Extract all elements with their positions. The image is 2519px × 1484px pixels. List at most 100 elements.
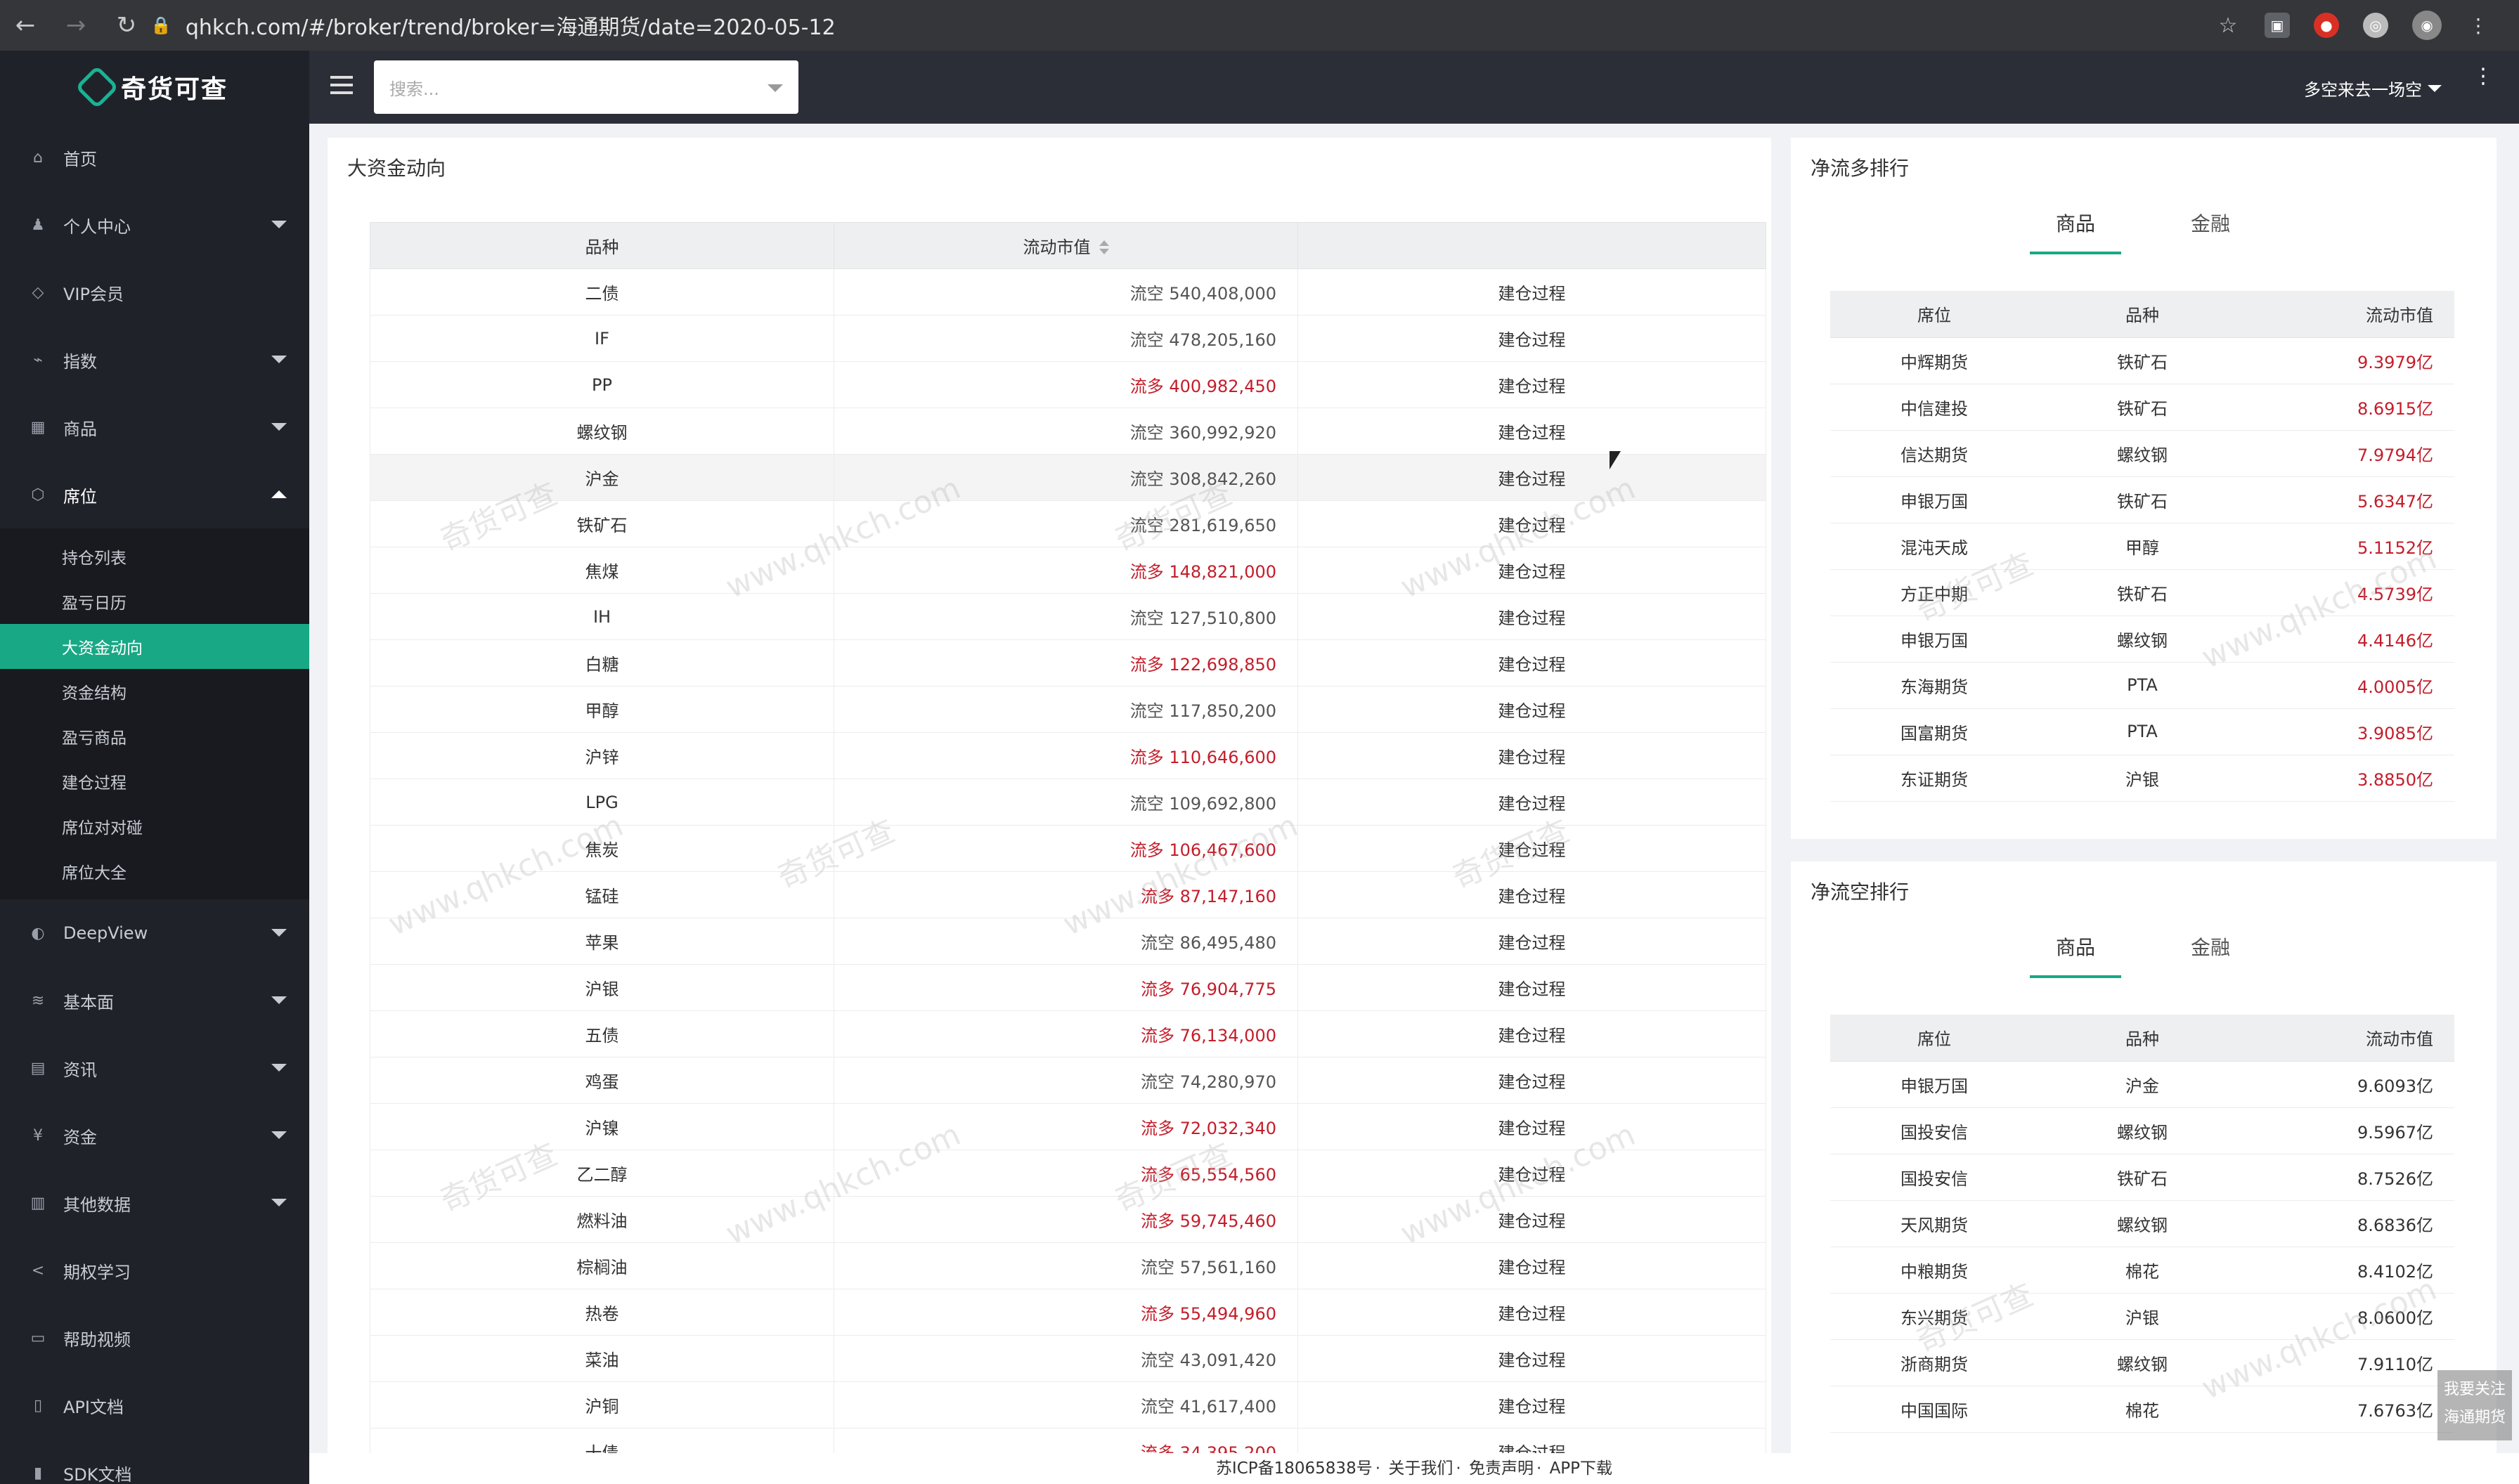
table-row[interactable]: 热卷 流多 55,494,960 建仓过程 (370, 1289, 1766, 1336)
table-row[interactable]: 甲醇 流空 117,850,200 建仓过程 (370, 686, 1766, 733)
build-process-link[interactable]: 建仓过程 (1297, 779, 1766, 826)
footer-link-disclaimer[interactable]: 免责声明 (1469, 1459, 1534, 1478)
submenu-item[interactable]: 建仓过程 (0, 759, 309, 804)
sidebar-item[interactable]: ▥ 其他数据 (0, 1169, 309, 1237)
footer-link-app[interactable]: APP下载 (1550, 1459, 1612, 1478)
table-row[interactable]: 燃料油 流多 59,745,460 建仓过程 (370, 1196, 1766, 1243)
build-process-link[interactable]: 建仓过程 (1297, 268, 1766, 315)
build-process-link[interactable]: 建仓过程 (1297, 871, 1766, 918)
sidebar-item[interactable]: ◐ DeepView (0, 899, 309, 967)
submenu-item[interactable]: 资金结构 (0, 669, 309, 714)
build-process-link[interactable]: 建仓过程 (1297, 454, 1766, 501)
sidebar-item[interactable]: < 期权学习 (0, 1237, 309, 1304)
table-row[interactable]: 二债 流空 540,408,000 建仓过程 (370, 268, 1766, 315)
table-row[interactable]: 焦煤 流多 148,821,000 建仓过程 (370, 547, 1766, 594)
sidebar-item[interactable]: ◇ VIP会员 (0, 259, 309, 326)
build-process-link[interactable]: 建仓过程 (1297, 408, 1766, 455)
profile-avatar[interactable]: ◉ (2412, 11, 2442, 40)
sort-icon[interactable] (1099, 240, 1109, 256)
address-bar[interactable]: 🔒 qhkch.com/#/broker/trend/broker=海通期货/d… (150, 6, 2259, 45)
table-row[interactable]: 棕榈油 流空 57,561,160 建仓过程 (370, 1242, 1766, 1289)
build-process-link[interactable]: 建仓过程 (1297, 1196, 1766, 1243)
table-row[interactable]: 菜油 流空 43,091,420 建仓过程 (370, 1335, 1766, 1382)
table-row[interactable]: 沪铜 流空 41,617,400 建仓过程 (370, 1381, 1766, 1428)
table-row[interactable]: 国富期货 PTA 3.9085亿 (1830, 708, 2454, 755)
table-row[interactable]: 沪锌 流多 110,646,600 建仓过程 (370, 732, 1766, 779)
table-row[interactable]: 东证期货 沪银 3.8850亿 (1830, 755, 2454, 802)
build-process-link[interactable]: 建仓过程 (1297, 964, 1766, 1011)
tab-finance[interactable]: 金融 (2165, 929, 2256, 978)
table-row[interactable]: 国投安信 铁矿石 8.7526亿 (1830, 1154, 2454, 1201)
build-process-link[interactable]: 建仓过程 (1297, 1428, 1766, 1453)
table-row[interactable]: 国投安信 螺纹钢 9.5967亿 (1830, 1107, 2454, 1154)
star-icon[interactable]: ☆ (2215, 13, 2241, 38)
build-process-link[interactable]: 建仓过程 (1297, 1150, 1766, 1197)
table-row[interactable]: IH 流空 127,510,800 建仓过程 (370, 593, 1766, 640)
sidebar-item[interactable]: ▮ SDK文档 (0, 1439, 309, 1484)
table-row[interactable]: 沪镍 流多 72,032,340 建仓过程 (370, 1103, 1766, 1150)
build-process-link[interactable]: 建仓过程 (1297, 1010, 1766, 1057)
build-process-link[interactable]: 建仓过程 (1297, 639, 1766, 686)
table-row[interactable]: 东海期货 PTA 4.0005亿 (1830, 662, 2454, 709)
table-row[interactable]: 申银万国 铁矿石 5.6347亿 (1830, 476, 2454, 523)
build-process-link[interactable]: 建仓过程 (1297, 686, 1766, 733)
sidebar-item[interactable]: ⬡ 席位 (0, 461, 309, 528)
submenu-item[interactable]: 盈亏商品 (0, 714, 309, 759)
table-row[interactable]: 沪银 流多 76,904,775 建仓过程 (370, 964, 1766, 1011)
table-row[interactable]: 中信建投 铁矿石 8.6915亿 (1830, 384, 2454, 431)
sidebar-item[interactable]: ¥ 资金 (0, 1102, 309, 1169)
table-row[interactable]: IF 流空 478,205,160 建仓过程 (370, 315, 1766, 362)
sidebar-item[interactable]: ▯ API文档 (0, 1372, 309, 1439)
sidebar-item[interactable]: ▭ 帮助视频 (0, 1304, 309, 1372)
build-process-link[interactable]: 建仓过程 (1297, 918, 1766, 965)
submenu-item[interactable]: 盈亏日历 (0, 579, 309, 624)
build-process-link[interactable]: 建仓过程 (1297, 361, 1766, 408)
submenu-item[interactable]: 持仓列表 (0, 534, 309, 579)
table-row[interactable]: PP 流多 400,982,450 建仓过程 (370, 361, 1766, 408)
menu-toggle-icon[interactable] (330, 76, 353, 97)
browser-menu-icon[interactable]: ⋮ (2466, 13, 2491, 38)
sidebar-item[interactable]: ♟ 个人中心 (0, 191, 309, 259)
build-process-link[interactable]: 建仓过程 (1297, 732, 1766, 779)
tab-commodity[interactable]: 商品 (2030, 929, 2121, 978)
extension-icon[interactable]: ● (2314, 13, 2339, 38)
build-process-link[interactable]: 建仓过程 (1297, 1289, 1766, 1336)
submenu-item[interactable]: 席位对对碰 (0, 804, 309, 849)
follow-broker-button[interactable]: 我要关注 海通期货 (2437, 1370, 2512, 1440)
table-row[interactable]: 螺纹钢 流空 360,992,920 建仓过程 (370, 408, 1766, 455)
reload-icon[interactable]: ↻ (101, 0, 152, 51)
chevron-down-icon[interactable] (768, 84, 783, 92)
build-process-link[interactable]: 建仓过程 (1297, 315, 1766, 362)
submenu-item[interactable]: 席位大全 (0, 849, 309, 894)
table-row[interactable]: 浙商期货 螺纹钢 7.9110亿 (1830, 1339, 2454, 1386)
table-row[interactable]: 五债 流多 76,134,000 建仓过程 (370, 1010, 1766, 1057)
build-process-link[interactable]: 建仓过程 (1297, 1057, 1766, 1104)
table-row[interactable]: 苹果 流空 86,495,480 建仓过程 (370, 918, 1766, 965)
build-process-link[interactable]: 建仓过程 (1297, 1381, 1766, 1428)
table-row[interactable]: LPG 流空 109,692,800 建仓过程 (370, 779, 1766, 826)
build-process-link[interactable]: 建仓过程 (1297, 825, 1766, 872)
build-process-link[interactable]: 建仓过程 (1297, 1335, 1766, 1382)
logo[interactable]: 奇货可查 (0, 51, 309, 124)
table-row[interactable]: 十债 流多 34,395,200 建仓过程 (370, 1428, 1766, 1453)
submenu-item[interactable]: 大资金动向 (0, 624, 309, 669)
table-row[interactable]: 中粮期货 棉花 8.4102亿 (1830, 1247, 2454, 1294)
table-row[interactable]: 混沌天成 甲醇 5.1152亿 (1830, 523, 2454, 570)
sidebar-item[interactable]: ▦ 商品 (0, 393, 309, 461)
more-vertical-icon[interactable]: ⋮ (2473, 66, 2494, 87)
table-row[interactable]: 方正中期 铁矿石 4.5739亿 (1830, 569, 2454, 616)
table-row[interactable]: 乙二醇 流多 65,554,560 建仓过程 (370, 1150, 1766, 1197)
sidebar-item[interactable]: ≋ 基本面 (0, 967, 309, 1034)
build-process-link[interactable]: 建仓过程 (1297, 593, 1766, 640)
sidebar-item[interactable]: ⌂ 首页 (0, 124, 309, 191)
table-row[interactable]: 铁矿石 流空 281,619,650 建仓过程 (370, 500, 1766, 547)
extension-icon[interactable]: ◎ (2363, 13, 2388, 38)
tab-finance[interactable]: 金融 (2165, 205, 2256, 254)
table-row[interactable]: 天风期货 螺纹钢 8.6836亿 (1830, 1200, 2454, 1247)
table-row[interactable]: 白糖 流多 122,698,850 建仓过程 (370, 639, 1766, 686)
extension-icon[interactable]: ▣ (2265, 13, 2290, 38)
sidebar-item[interactable]: ⌁ 指数 (0, 326, 309, 393)
table-row[interactable]: 申银万国 沪金 9.6093亿 (1830, 1061, 2454, 1108)
header-flow-value[interactable]: 流动市值 (834, 222, 1298, 269)
search-input[interactable]: 搜索... (374, 60, 798, 114)
